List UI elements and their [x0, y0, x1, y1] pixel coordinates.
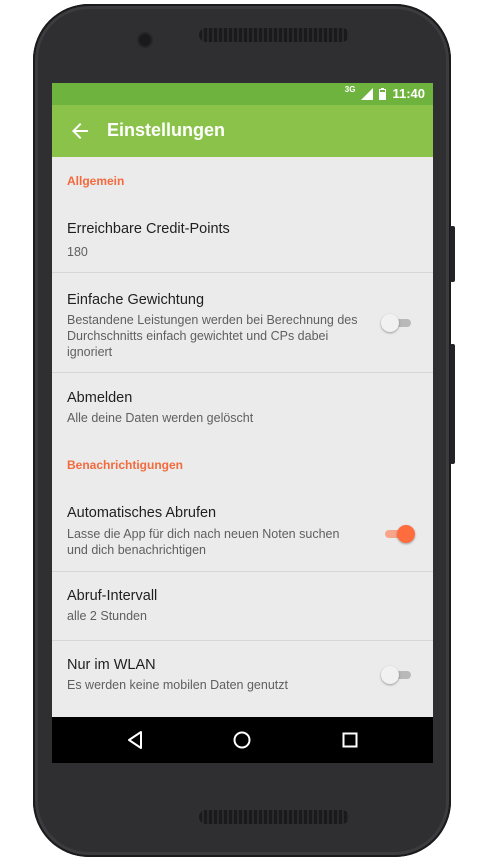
screen: 3G 11:40 Einstellungen Allgemein Erreich… — [52, 83, 433, 763]
status-bar: 3G 11:40 — [52, 83, 433, 105]
pref-summary: 180 — [67, 245, 88, 259]
section-header-benachrichtigungen: Benachrichtigungen — [67, 458, 184, 472]
pref-title: Nur im WLAN — [67, 657, 156, 673]
app-bar: Einstellungen — [52, 105, 433, 157]
bottom-speaker — [199, 810, 349, 824]
pref-abmelden[interactable]: Abmelden Alle deine Daten werden gelösch… — [52, 373, 433, 443]
section-header-allgemein: Allgemein — [67, 174, 125, 188]
front-camera — [139, 34, 151, 46]
circle-home-icon[interactable] — [230, 728, 254, 752]
signal-icon — [361, 87, 374, 100]
toggle-switch-abrufen[interactable] — [383, 524, 415, 544]
pref-title: Abruf-Intervall — [67, 588, 158, 604]
pref-summary: Lasse die App für dich nach neuen Noten … — [67, 527, 340, 557]
pref-automatisches-abrufen[interactable]: Automatisches Abrufen Lasse die App für … — [52, 487, 433, 571]
pref-abruf-intervall[interactable]: Abruf-Intervall alle 2 Stunden — [52, 572, 433, 640]
pref-summary: Bestandene Leistungen werden bei Berechn… — [67, 313, 358, 359]
pref-summary: Es werden keine mobilen Daten genutzt — [67, 678, 288, 692]
top-speaker — [199, 28, 349, 42]
pref-title: Erreichbare Credit-Points — [67, 221, 230, 237]
toggle-switch-wlan[interactable] — [381, 665, 413, 685]
pref-title: Automatisches Abrufen — [67, 505, 217, 521]
settings-list: Allgemein Erreichbare Credit-Points 180 … — [52, 157, 433, 717]
network-type: 3G — [344, 85, 356, 94]
power-button — [450, 226, 455, 282]
volume-button — [450, 344, 455, 464]
toggle-switch-gewichtung[interactable] — [381, 313, 413, 333]
system-nav-bar — [52, 717, 433, 763]
status-time: 11:40 — [392, 86, 425, 101]
arrow-back-icon[interactable] — [68, 119, 92, 143]
pref-summary: Alle deine Daten werden gelöscht — [67, 411, 254, 425]
battery-icon — [379, 87, 387, 100]
page-title: Einstellungen — [107, 120, 226, 140]
pref-credit-points[interactable]: Erreichbare Credit-Points 180 — [52, 196, 433, 272]
pref-nur-im-wlan[interactable]: Nur im WLAN Es werden keine mobilen Date… — [52, 641, 433, 717]
triangle-back-icon[interactable] — [124, 728, 148, 752]
square-recents-icon[interactable] — [338, 728, 362, 752]
pref-einfache-gewichtung[interactable]: Einfache Gewichtung Bestandene Leistunge… — [52, 273, 433, 372]
pref-summary: alle 2 Stunden — [67, 609, 147, 623]
pref-title: Abmelden — [67, 390, 133, 406]
pref-title: Einfache Gewichtung — [67, 292, 205, 308]
